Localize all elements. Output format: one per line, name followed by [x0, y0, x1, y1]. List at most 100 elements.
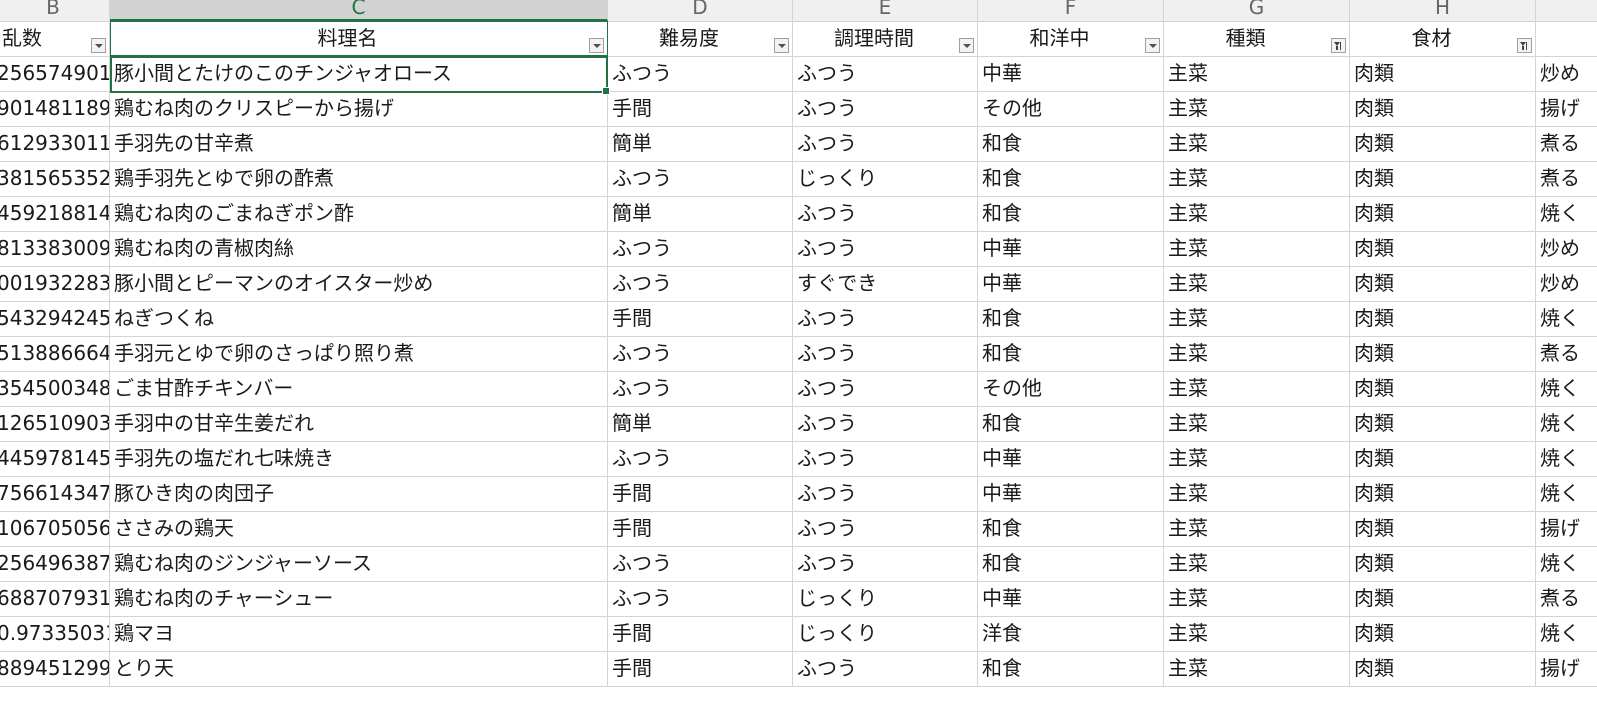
cell-g[interactable]: 主菜: [1164, 546, 1350, 582]
cell-g[interactable]: 主菜: [1164, 56, 1350, 92]
column-letter-b[interactable]: B: [0, 0, 110, 21]
cell-d[interactable]: ふつう: [608, 336, 793, 372]
cell-e[interactable]: ふつう: [793, 371, 978, 407]
cell-g[interactable]: 主菜: [1164, 371, 1350, 407]
cell-e[interactable]: ふつう: [793, 441, 978, 477]
cell-h[interactable]: 肉類: [1350, 231, 1536, 267]
header-cell-d[interactable]: 難易度: [608, 21, 793, 57]
filter-dropdown-icon[interactable]: [959, 38, 974, 53]
cell-g[interactable]: 主菜: [1164, 301, 1350, 337]
column-letter-g[interactable]: G: [1164, 0, 1350, 21]
cell-c[interactable]: 鶏手羽先とゆで卵の酢煮: [110, 161, 608, 197]
cell-f[interactable]: 中華: [978, 581, 1164, 617]
header-cell-h[interactable]: 食材: [1350, 21, 1536, 57]
cell-f[interactable]: その他: [978, 371, 1164, 407]
cell-d[interactable]: 手間: [608, 301, 793, 337]
cell-g[interactable]: 主菜: [1164, 231, 1350, 267]
cell-i[interactable]: 焼く: [1536, 301, 1597, 337]
cell-f[interactable]: 中華: [978, 441, 1164, 477]
cell-g[interactable]: 主菜: [1164, 91, 1350, 127]
cell-i[interactable]: 焼く: [1536, 546, 1597, 582]
filter-dropdown-icon[interactable]: [1145, 38, 1160, 53]
cell-d[interactable]: ふつう: [608, 56, 793, 92]
cell-h[interactable]: 肉類: [1350, 266, 1536, 302]
cell-f[interactable]: 和食: [978, 406, 1164, 442]
column-letter-d[interactable]: D: [608, 0, 793, 21]
cell-d[interactable]: ふつう: [608, 371, 793, 407]
cell-e[interactable]: ふつう: [793, 301, 978, 337]
cell-h[interactable]: 肉類: [1350, 371, 1536, 407]
cell-c[interactable]: 鶏むね肉のチャーシュー: [110, 581, 608, 617]
cell-i[interactable]: 焼く: [1536, 616, 1597, 652]
cell-g[interactable]: 主菜: [1164, 161, 1350, 197]
cell-e[interactable]: ふつう: [793, 651, 978, 687]
header-cell-c[interactable]: 料理名: [110, 21, 608, 57]
cell-c[interactable]: 鶏マヨ: [110, 616, 608, 652]
cell-e[interactable]: ふつう: [793, 231, 978, 267]
cell-c[interactable]: 鶏むね肉のクリスピーから揚げ: [110, 91, 608, 127]
cell-i[interactable]: 炒め: [1536, 231, 1597, 267]
cell-f[interactable]: 中華: [978, 266, 1164, 302]
cell-h[interactable]: 肉類: [1350, 616, 1536, 652]
cell-h[interactable]: 肉類: [1350, 476, 1536, 512]
cell-c[interactable]: 豚小間とたけのこのチンジャオロース: [110, 56, 608, 92]
cell-d[interactable]: ふつう: [608, 266, 793, 302]
cell-i[interactable]: 炒め: [1536, 56, 1597, 92]
filter-dropdown-icon[interactable]: [589, 38, 604, 53]
cell-e[interactable]: じっくり: [793, 161, 978, 197]
cell-b[interactable]: 106705056: [0, 511, 110, 547]
header-cell-e[interactable]: 調理時間: [793, 21, 978, 57]
cell-e[interactable]: ふつう: [793, 511, 978, 547]
cell-c[interactable]: 豚小間とピーマンのオイスター炒め: [110, 266, 608, 302]
cell-c[interactable]: 手羽先の塩だれ七味焼き: [110, 441, 608, 477]
cell-f[interactable]: 中華: [978, 56, 1164, 92]
cell-f[interactable]: 和食: [978, 196, 1164, 232]
filter-active-icon[interactable]: [1331, 38, 1346, 53]
cell-d[interactable]: 簡単: [608, 196, 793, 232]
cell-i[interactable]: 炒め: [1536, 266, 1597, 302]
cell-i[interactable]: 焼く: [1536, 476, 1597, 512]
cell-b[interactable]: 126510903: [0, 406, 110, 442]
column-letter-i[interactable]: [1536, 0, 1597, 21]
cell-b[interactable]: 813383009: [0, 231, 110, 267]
cell-b[interactable]: 001932283: [0, 266, 110, 302]
cell-f[interactable]: 洋食: [978, 616, 1164, 652]
cell-b[interactable]: 756614347: [0, 476, 110, 512]
cell-b[interactable]: 543294245: [0, 301, 110, 337]
cell-h[interactable]: 肉類: [1350, 91, 1536, 127]
cell-g[interactable]: 主菜: [1164, 476, 1350, 512]
cell-g[interactable]: 主菜: [1164, 651, 1350, 687]
cell-h[interactable]: 肉類: [1350, 651, 1536, 687]
cell-h[interactable]: 肉類: [1350, 161, 1536, 197]
cell-i[interactable]: 揚げ: [1536, 511, 1597, 547]
cell-h[interactable]: 肉類: [1350, 126, 1536, 162]
cell-d[interactable]: 手間: [608, 91, 793, 127]
cell-f[interactable]: 中華: [978, 231, 1164, 267]
cell-g[interactable]: 主菜: [1164, 126, 1350, 162]
cell-f[interactable]: 和食: [978, 126, 1164, 162]
cell-d[interactable]: ふつう: [608, 441, 793, 477]
cell-f[interactable]: 和食: [978, 161, 1164, 197]
cell-e[interactable]: ふつう: [793, 406, 978, 442]
header-cell-b[interactable]: 乱数: [0, 21, 110, 57]
cell-c[interactable]: 鶏むね肉のジンジャーソース: [110, 546, 608, 582]
header-cell-g[interactable]: 種類: [1164, 21, 1350, 57]
cell-c[interactable]: 鶏むね肉のごまねぎポン酢: [110, 196, 608, 232]
cell-d[interactable]: 簡単: [608, 406, 793, 442]
cell-c[interactable]: ささみの鶏天: [110, 511, 608, 547]
cell-g[interactable]: 主菜: [1164, 581, 1350, 617]
cell-e[interactable]: ふつう: [793, 476, 978, 512]
cell-b[interactable]: 445978145: [0, 441, 110, 477]
cell-e[interactable]: ふつう: [793, 546, 978, 582]
column-letter-e[interactable]: E: [793, 0, 978, 21]
cell-b[interactable]: 901481189: [0, 91, 110, 127]
cell-i[interactable]: 焼く: [1536, 406, 1597, 442]
cell-b[interactable]: 889451299: [0, 651, 110, 687]
cell-e[interactable]: ふつう: [793, 336, 978, 372]
cell-f[interactable]: その他: [978, 91, 1164, 127]
column-letter-h[interactable]: H: [1350, 0, 1536, 21]
cell-e[interactable]: じっくり: [793, 616, 978, 652]
cell-h[interactable]: 肉類: [1350, 336, 1536, 372]
cell-e[interactable]: すぐでき: [793, 266, 978, 302]
cell-b[interactable]: 256574901: [0, 56, 110, 92]
